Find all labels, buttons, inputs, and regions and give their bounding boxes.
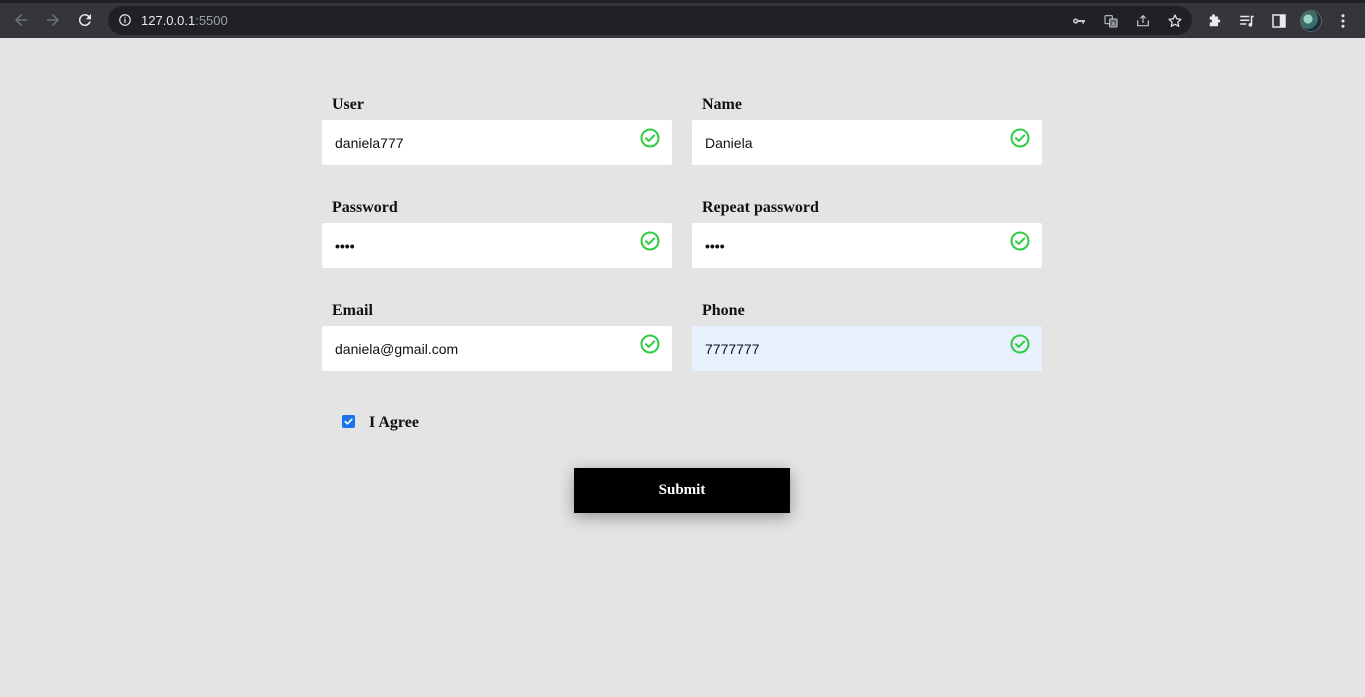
arrow-right-icon (47, 14, 59, 26)
reload-button[interactable] (73, 8, 97, 32)
translate-icon: A (1104, 15, 1118, 28)
arrow-left-icon (15, 14, 27, 26)
share-icon (1137, 14, 1149, 27)
agree-checkbox[interactable] (342, 415, 355, 428)
key-icon (1073, 18, 1085, 24)
password-key-button[interactable] (1070, 12, 1088, 30)
queue-music-icon (1240, 15, 1254, 27)
password-input[interactable] (322, 223, 672, 268)
url-text[interactable]: 127.0.0.1:5500 (141, 13, 228, 28)
valid-check-icon (640, 128, 660, 148)
info-icon[interactable] (118, 13, 132, 27)
share-button[interactable] (1134, 12, 1152, 30)
name-label: Name (702, 96, 742, 113)
url-host: 127.0.0.1 (141, 13, 196, 28)
puzzle-icon (1209, 14, 1221, 27)
repeat-password-label: Repeat password (702, 199, 819, 216)
extensions-button[interactable] (1205, 11, 1225, 31)
side-panel-button[interactable] (1269, 11, 1289, 31)
phone-label: Phone (702, 302, 745, 319)
agree-label: I Agree (369, 414, 419, 431)
address-bar[interactable]: 127.0.0.1:5500 A (108, 6, 1192, 35)
valid-check-icon (640, 231, 660, 251)
valid-check-icon (1010, 128, 1030, 148)
forward-button[interactable] (41, 8, 65, 32)
valid-check-icon (1010, 334, 1030, 354)
media-control-button[interactable] (1237, 11, 1257, 31)
submit-button[interactable]: Submit (574, 468, 790, 513)
bookmark-button[interactable] (1166, 12, 1184, 30)
back-button[interactable] (9, 8, 33, 32)
side-panel-icon (1272, 14, 1286, 28)
menu-button[interactable] (1333, 11, 1353, 31)
user-label: User (332, 96, 364, 113)
translate-button[interactable]: A (1102, 12, 1120, 30)
user-input[interactable] (322, 120, 672, 165)
email-label: Email (332, 302, 373, 319)
url-port: :5500 (195, 13, 228, 28)
name-input[interactable] (692, 120, 1042, 165)
star-icon (1168, 14, 1182, 27)
email-input[interactable] (322, 326, 672, 371)
reload-icon (78, 14, 91, 27)
valid-check-icon (1010, 231, 1030, 251)
profile-avatar[interactable] (1300, 10, 1322, 32)
browser-toolbar: 127.0.0.1:5500 A (0, 0, 1365, 38)
valid-check-icon (640, 334, 660, 354)
checkmark-icon (344, 418, 353, 425)
repeat-password-input[interactable] (692, 223, 1042, 268)
phone-input[interactable] (692, 326, 1042, 371)
password-label: Password (332, 199, 398, 216)
more-vert-icon (1341, 14, 1345, 28)
